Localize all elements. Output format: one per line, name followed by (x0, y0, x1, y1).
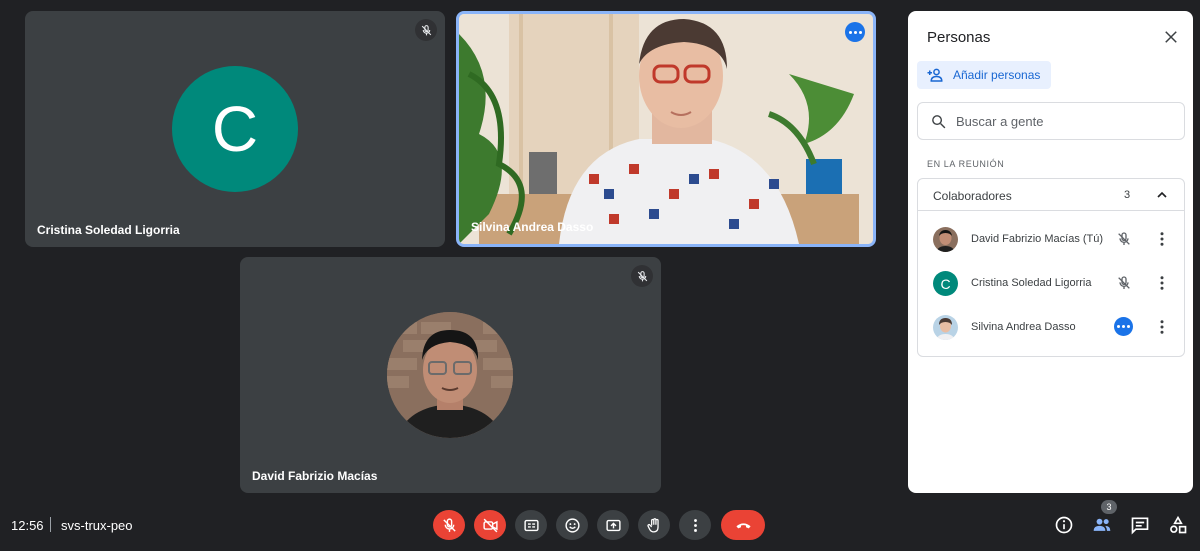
present-button[interactable] (597, 510, 629, 540)
emoji-icon (564, 517, 580, 533)
panel-title: Personas (927, 29, 991, 46)
raise-hand-button[interactable] (638, 510, 670, 540)
people-panel: Personas Añadir personas EN LA REUNIÓN C… (908, 11, 1193, 493)
present-icon (605, 519, 621, 531)
more-vert-icon (1160, 276, 1164, 290)
toggle-camera-button[interactable] (474, 510, 506, 540)
emoji-button[interactable] (556, 510, 588, 540)
people-icon (1093, 518, 1111, 531)
video-tile-cristina[interactable]: C Cristina Soledad Ligorria (25, 11, 445, 247)
info-icon (1055, 516, 1073, 534)
activities-icon (1170, 515, 1187, 534)
people-button[interactable] (1091, 514, 1113, 536)
participants-group: Colaboradores 3 David Fabrizio Macías (T… (917, 178, 1185, 357)
list-item[interactable]: David Fabrizio Macías (Tú) (918, 217, 1184, 261)
meeting-controls-bar: 12:56 svs-trux-peo 3 (0, 500, 1200, 551)
search-people-field[interactable] (917, 102, 1185, 140)
section-label: EN LA REUNIÓN (927, 159, 1005, 169)
person-menu-button[interactable] (1156, 317, 1168, 337)
camera-off-icon (482, 518, 498, 532)
avatar (933, 227, 958, 252)
people-count-badge: 3 (1101, 500, 1117, 514)
participant-name: David Fabrizio Macías (252, 469, 378, 483)
speaking-indicator-icon (1114, 317, 1133, 336)
list-item[interactable]: C Cristina Soledad Ligorria (918, 261, 1184, 305)
person-name: Cristina Soledad Ligorria (971, 277, 1092, 289)
person-name: Silvina Andrea Dasso (971, 321, 1076, 333)
chevron-up-icon (1157, 191, 1167, 198)
captions-icon (523, 519, 539, 531)
group-header[interactable]: Colaboradores 3 (918, 179, 1184, 211)
participant-name: Cristina Soledad Ligorria (37, 223, 180, 237)
mic-off-icon (1114, 273, 1134, 293)
leave-call-button[interactable] (721, 510, 765, 540)
more-vert-icon (1160, 232, 1164, 246)
video-tile-silvina[interactable]: Silvina Andrea Dasso (456, 11, 876, 247)
group-title: Colaboradores (933, 189, 1012, 203)
close-panel-button[interactable] (1161, 27, 1181, 47)
divider (50, 517, 51, 532)
search-icon (932, 114, 946, 128)
more-options-icon[interactable] (845, 22, 865, 42)
person-menu-button[interactable] (1156, 273, 1168, 293)
activities-button[interactable] (1167, 514, 1189, 536)
group-count: 3 (1124, 189, 1131, 201)
avatar: C (933, 271, 958, 296)
search-input[interactable] (956, 113, 1176, 129)
participant-photo (387, 312, 513, 438)
participant-name: Silvina Andrea Dasso (471, 220, 594, 234)
more-options-button[interactable] (679, 510, 711, 540)
more-vert-icon (693, 518, 697, 532)
participant-avatar: C (172, 66, 298, 192)
call-end-icon (735, 522, 751, 528)
add-people-label: Añadir personas (953, 68, 1041, 82)
toggle-mic-button[interactable] (433, 510, 465, 540)
person-menu-button[interactable] (1156, 229, 1168, 249)
mic-off-icon (442, 517, 456, 532)
meeting-time: 12:56 (11, 518, 44, 533)
video-feed (459, 14, 873, 244)
more-vert-icon (1160, 320, 1164, 334)
avatar (933, 315, 958, 340)
captions-button[interactable] (515, 510, 547, 540)
list-item[interactable]: Silvina Andrea Dasso (918, 305, 1184, 349)
add-person-icon (927, 68, 943, 82)
meeting-code: svs-trux-peo (61, 518, 133, 533)
person-name: David Fabrizio Macías (Tú) (971, 233, 1104, 245)
mic-off-icon (631, 265, 653, 287)
close-icon (1165, 31, 1177, 43)
raise-hand-icon (646, 517, 659, 533)
add-people-button[interactable]: Añadir personas (917, 61, 1051, 89)
mic-off-icon (415, 19, 437, 41)
video-tile-david[interactable]: David Fabrizio Macías (240, 257, 661, 493)
chat-icon (1131, 517, 1149, 535)
meeting-info-button[interactable] (1053, 514, 1075, 536)
chat-button[interactable] (1129, 514, 1151, 536)
mic-off-icon (1114, 229, 1134, 249)
